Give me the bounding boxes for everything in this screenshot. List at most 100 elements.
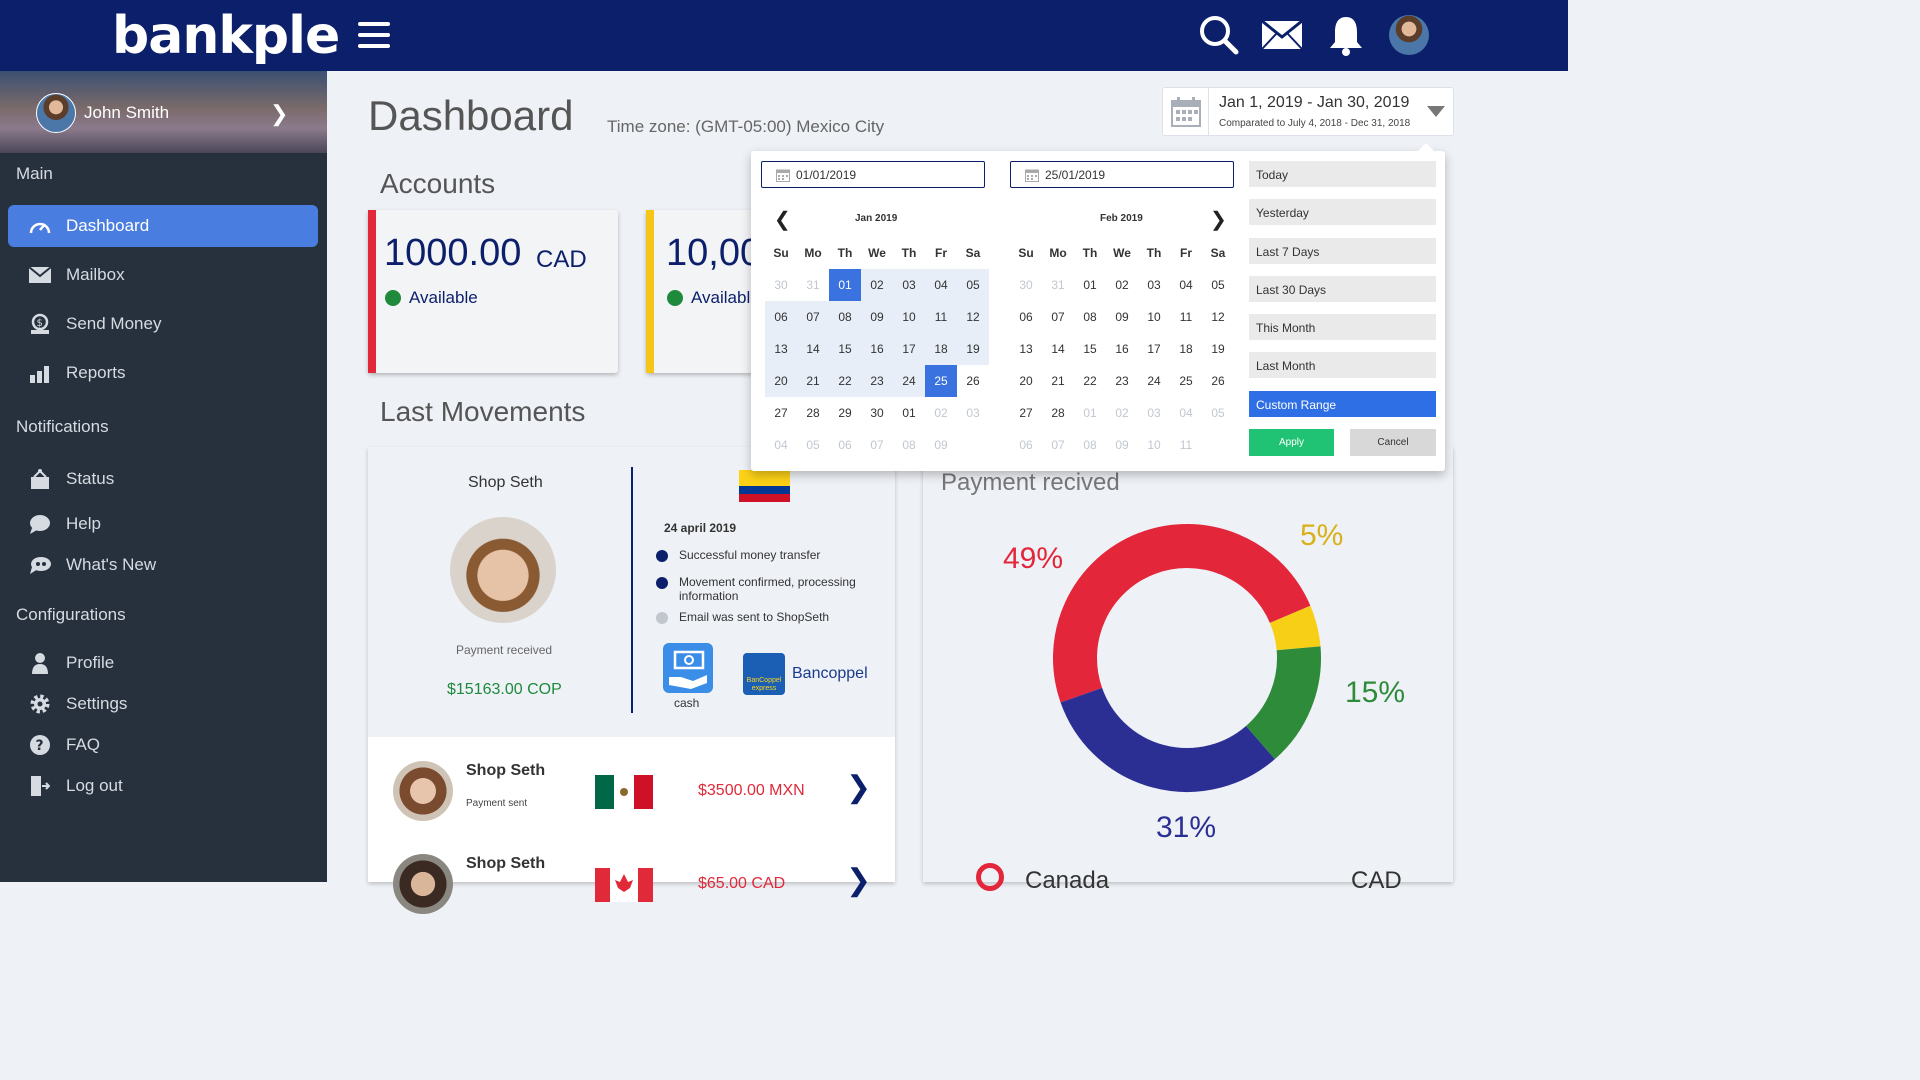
calendar-day[interactable]: 21 xyxy=(797,365,829,397)
calendar-day[interactable]: 16 xyxy=(861,333,893,365)
calendar-day[interactable]: 13 xyxy=(765,333,797,365)
calendar-day[interactable]: 07 xyxy=(797,301,829,333)
range-custom[interactable]: Custom Range xyxy=(1249,391,1436,417)
calendar-day[interactable]: 09 xyxy=(1106,429,1138,461)
calendar-day[interactable]: 03 xyxy=(1138,397,1170,429)
date-range-picker[interactable]: Jan 1, 2019 - Jan 30, 2019 Comparated to… xyxy=(1162,87,1454,136)
calendar-day[interactable]: 05 xyxy=(1202,397,1234,429)
calendar-day[interactable]: 10 xyxy=(893,301,925,333)
calendar-day[interactable]: 20 xyxy=(1010,365,1042,397)
sidebar-item-reports[interactable]: Reports xyxy=(8,352,318,394)
mail-icon[interactable] xyxy=(1261,20,1303,50)
calendar-day[interactable]: 07 xyxy=(861,429,893,461)
calendar-day[interactable]: 06 xyxy=(1010,301,1042,333)
calendar-day[interactable]: 13 xyxy=(1010,333,1042,365)
calendar-day[interactable]: 11 xyxy=(1170,429,1202,461)
calendar-day[interactable]: 02 xyxy=(861,269,893,301)
calendar-day[interactable]: 01 xyxy=(1074,397,1106,429)
calendar-day[interactable]: 08 xyxy=(893,429,925,461)
sidebar-item-faq[interactable]: ? FAQ xyxy=(8,724,318,766)
calendar-day[interactable]: 21 xyxy=(1042,365,1074,397)
calendar-day[interactable]: 01 xyxy=(1074,269,1106,301)
chevron-right-icon[interactable]: ❯ xyxy=(846,863,871,898)
calendar-day[interactable]: 03 xyxy=(957,397,989,429)
calendar-day[interactable]: 25 xyxy=(925,365,957,397)
calendar-day[interactable]: 19 xyxy=(957,333,989,365)
calendar-day[interactable]: 15 xyxy=(1074,333,1106,365)
range-this-month[interactable]: This Month xyxy=(1249,314,1436,340)
hamburger-menu-icon[interactable] xyxy=(358,22,390,50)
next-month-icon[interactable]: ❯ xyxy=(1210,207,1227,232)
calendar-day[interactable]: 09 xyxy=(925,429,957,461)
chevron-right-icon[interactable]: ❯ xyxy=(846,770,871,805)
calendar-day[interactable]: 27 xyxy=(765,397,797,429)
calendar-day[interactable]: 09 xyxy=(861,301,893,333)
calendar-day[interactable]: 04 xyxy=(1170,269,1202,301)
sidebar-item-whats-new[interactable]: What's New xyxy=(8,544,318,586)
calendar-day[interactable]: 30 xyxy=(1010,269,1042,301)
calendar-day[interactable]: 25 xyxy=(1170,365,1202,397)
prev-month-icon[interactable]: ❮ xyxy=(774,207,791,232)
calendar-day[interactable]: 23 xyxy=(861,365,893,397)
calendar-day[interactable]: 04 xyxy=(1170,397,1202,429)
calendar-day[interactable]: 29 xyxy=(829,397,861,429)
calendar-day[interactable]: 23 xyxy=(1106,365,1138,397)
calendar-day[interactable]: 28 xyxy=(797,397,829,429)
calendar-day[interactable]: 16 xyxy=(1106,333,1138,365)
calendar-day[interactable]: 06 xyxy=(829,429,861,461)
calendar-day[interactable]: 06 xyxy=(765,301,797,333)
calendar-day[interactable]: 15 xyxy=(829,333,861,365)
end-date-input[interactable]: 25/01/2019 xyxy=(1010,161,1234,188)
calendar-day[interactable]: 24 xyxy=(893,365,925,397)
calendar-day[interactable]: 20 xyxy=(765,365,797,397)
account-card[interactable]: 1000.00 CAD Available xyxy=(368,210,618,373)
sidebar-item-logout[interactable]: Log out xyxy=(8,765,318,807)
user-avatar[interactable] xyxy=(1389,15,1429,55)
chevron-right-icon[interactable]: ❯ xyxy=(270,101,288,127)
calendar-day[interactable]: 31 xyxy=(797,269,829,301)
calendar-day[interactable]: 11 xyxy=(1170,301,1202,333)
calendar-day[interactable]: 10 xyxy=(1138,301,1170,333)
calendar-day[interactable]: 12 xyxy=(957,301,989,333)
calendar-day[interactable]: 27 xyxy=(1010,397,1042,429)
search-icon[interactable] xyxy=(1198,14,1240,56)
sidebar-item-send-money[interactable]: $ Send Money xyxy=(8,303,318,345)
movement-row[interactable]: Shop Seth $65.00 CAD ❯ xyxy=(368,835,895,927)
calendar-day[interactable]: 30 xyxy=(765,269,797,301)
calendar-day[interactable]: 24 xyxy=(1138,365,1170,397)
calendar-day[interactable]: 08 xyxy=(829,301,861,333)
sidebar-item-dashboard[interactable]: Dashboard xyxy=(8,205,318,247)
calendar-day[interactable]: 14 xyxy=(1042,333,1074,365)
calendar-day[interactable]: 26 xyxy=(1202,365,1234,397)
calendar-day[interactable]: 05 xyxy=(957,269,989,301)
calendar-day[interactable]: 07 xyxy=(1042,301,1074,333)
apply-button[interactable]: Apply xyxy=(1249,429,1334,456)
calendar-day[interactable]: 02 xyxy=(925,397,957,429)
calendar-day[interactable]: 26 xyxy=(957,365,989,397)
range-last-30-days[interactable]: Last 30 Days xyxy=(1249,276,1436,302)
bankple-logo[interactable]: bankple xyxy=(112,6,340,66)
calendar-day[interactable]: 07 xyxy=(1042,429,1074,461)
calendar-day[interactable]: 22 xyxy=(829,365,861,397)
calendar-day[interactable]: 18 xyxy=(925,333,957,365)
movement-row[interactable]: Shop Seth Payment sent $3500.00 MXN ❯ xyxy=(368,742,895,834)
calendar-day[interactable]: 18 xyxy=(1170,333,1202,365)
start-date-input[interactable]: 01/01/2019 xyxy=(761,161,985,188)
calendar-day[interactable]: 04 xyxy=(765,429,797,461)
calendar-day[interactable]: 10 xyxy=(1138,429,1170,461)
bell-icon[interactable] xyxy=(1328,14,1364,56)
sidebar-item-settings[interactable]: Settings xyxy=(8,683,318,725)
range-last-7-days[interactable]: Last 7 Days xyxy=(1249,238,1436,264)
cancel-button[interactable]: Cancel xyxy=(1350,429,1436,456)
sidebar-item-status[interactable]: Status xyxy=(8,458,318,500)
calendar-day[interactable]: 17 xyxy=(893,333,925,365)
calendar-day[interactable]: 03 xyxy=(893,269,925,301)
range-today[interactable]: Today xyxy=(1249,161,1436,187)
calendar-day[interactable]: 08 xyxy=(1074,301,1106,333)
calendar-day[interactable]: 11 xyxy=(925,301,957,333)
calendar-day[interactable]: 02 xyxy=(1106,269,1138,301)
sidebar-item-profile[interactable]: Profile xyxy=(8,642,318,684)
calendar-day[interactable]: 03 xyxy=(1138,269,1170,301)
calendar-day[interactable]: 14 xyxy=(797,333,829,365)
calendar-day[interactable]: 02 xyxy=(1106,397,1138,429)
